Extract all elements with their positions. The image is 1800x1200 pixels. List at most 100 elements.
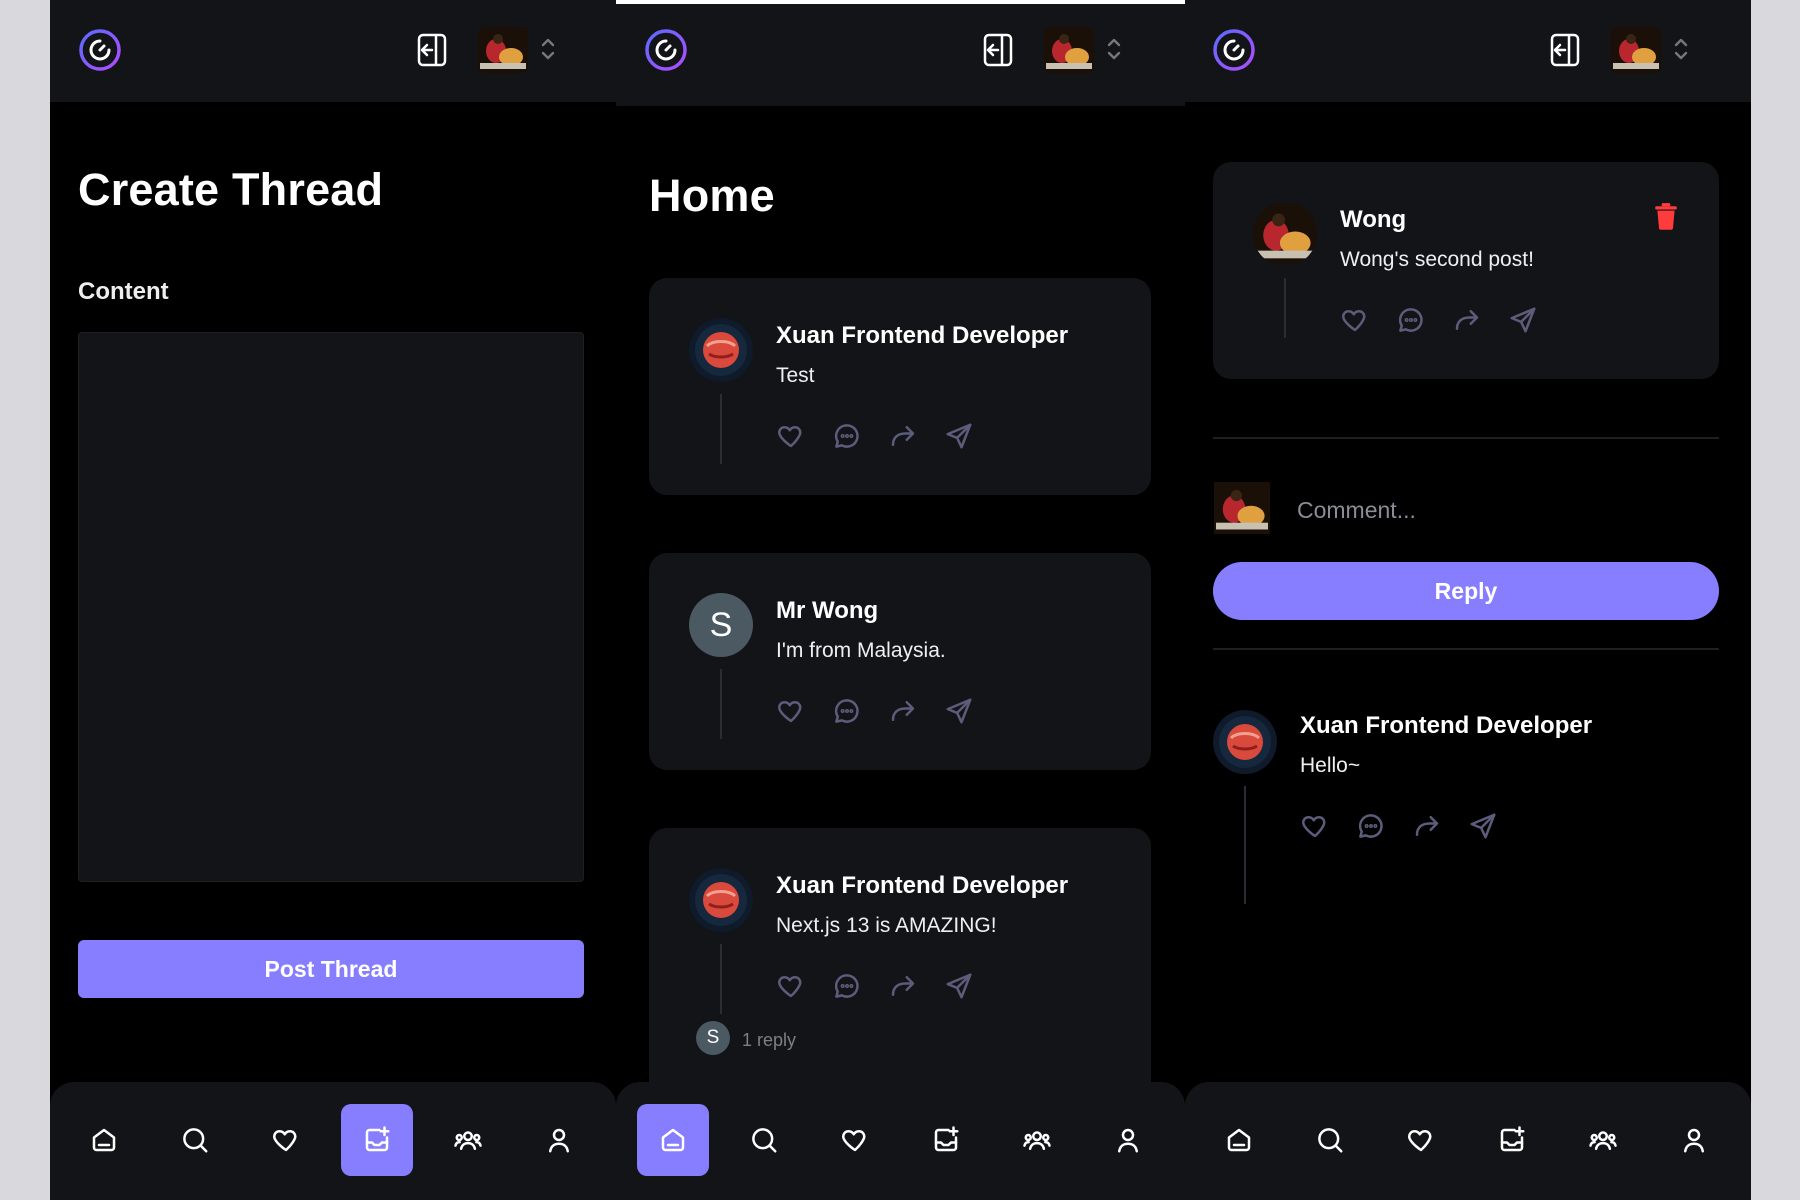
nav-search[interactable] [728, 1104, 800, 1176]
heart-icon [840, 1125, 870, 1155]
page-title: Home [649, 170, 775, 221]
nav-home[interactable] [1203, 1104, 1275, 1176]
author-name[interactable]: Xuan Frontend Developer [776, 322, 1068, 350]
logout-icon[interactable] [1549, 32, 1583, 68]
bottom-navigation [50, 1082, 616, 1200]
avatar[interactable]: S [689, 593, 753, 657]
author-name[interactable]: Xuan Frontend Developer [1300, 712, 1592, 740]
nav-home[interactable] [68, 1104, 140, 1176]
heart-icon [271, 1125, 301, 1155]
trash-icon[interactable] [1653, 202, 1679, 230]
organization-avatar[interactable] [478, 27, 528, 73]
nav-search[interactable] [1294, 1104, 1366, 1176]
nav-create-thread[interactable] [910, 1104, 982, 1176]
avatar[interactable] [689, 318, 753, 382]
heart-icon[interactable] [776, 421, 806, 451]
search-icon [1315, 1125, 1345, 1155]
home-icon [89, 1125, 119, 1155]
nav-activity[interactable] [250, 1104, 322, 1176]
thread-detail-screen: Wong Wong's second post! Reply Xuan Fron… [1185, 0, 1751, 1200]
nav-communities[interactable] [432, 1104, 504, 1176]
nav-create-thread[interactable] [1476, 1104, 1548, 1176]
thread-card[interactable]: Xuan Frontend Developer Test [649, 278, 1151, 495]
repost-icon[interactable] [888, 971, 918, 1001]
topbar [1185, 0, 1751, 102]
organization-avatar[interactable] [1044, 27, 1094, 73]
nav-activity[interactable] [1385, 1104, 1457, 1176]
comment-item[interactable]: Xuan Frontend Developer Hello~ [1213, 700, 1719, 910]
author-name[interactable]: Mr Wong [776, 597, 878, 625]
chevron-up-down-icon[interactable] [539, 34, 557, 64]
reply-button[interactable]: Reply [1213, 562, 1719, 620]
author-name[interactable]: Wong [1340, 206, 1406, 234]
reply-count-link[interactable]: 1 reply [742, 1030, 796, 1051]
thread-card[interactable]: Xuan Frontend Developer Next.js 13 is AM… [649, 828, 1151, 1108]
comment-icon[interactable] [1356, 811, 1386, 841]
thread-card[interactable]: S Mr Wong I'm from Malaysia. [649, 553, 1151, 770]
content-textarea[interactable] [78, 332, 584, 882]
heart-icon[interactable] [1340, 305, 1370, 335]
avatar[interactable] [1213, 710, 1277, 774]
nav-home[interactable] [637, 1104, 709, 1176]
heart-icon[interactable] [1300, 811, 1330, 841]
create-thread-icon [362, 1125, 392, 1155]
profile-icon [1679, 1125, 1709, 1155]
comment-icon[interactable] [832, 421, 862, 451]
profile-icon [1113, 1125, 1143, 1155]
threads-logo-icon[interactable] [1212, 28, 1256, 72]
post-thread-button[interactable]: Post Thread [78, 940, 584, 998]
nav-activity[interactable] [819, 1104, 891, 1176]
organization-avatar[interactable] [1611, 27, 1661, 73]
avatar[interactable] [1253, 202, 1317, 266]
nav-profile[interactable] [1092, 1104, 1164, 1176]
divider [1213, 648, 1719, 650]
thread-actions [1340, 305, 1538, 335]
logout-icon[interactable] [416, 32, 450, 68]
nav-profile[interactable] [1658, 1104, 1730, 1176]
avatar[interactable] [689, 868, 753, 932]
bottom-navigation [616, 1082, 1185, 1200]
share-icon[interactable] [944, 421, 974, 451]
nav-search[interactable] [159, 1104, 231, 1176]
comment-icon[interactable] [832, 971, 862, 1001]
chevron-up-down-icon[interactable] [1105, 34, 1123, 64]
thread-line [720, 944, 722, 1014]
nav-communities[interactable] [1567, 1104, 1639, 1176]
create-thread-screen: Create Thread Content Post Thread [50, 0, 616, 1200]
nav-create-thread[interactable] [341, 1104, 413, 1176]
nav-profile[interactable] [523, 1104, 595, 1176]
create-thread-icon [1497, 1125, 1527, 1155]
comment-icon[interactable] [832, 696, 862, 726]
thread-line [1244, 786, 1246, 904]
nav-communities[interactable] [1001, 1104, 1073, 1176]
thread-text: I'm from Malaysia. [776, 639, 946, 662]
heart-icon[interactable] [776, 971, 806, 1001]
repost-icon[interactable] [888, 421, 918, 451]
thread-card[interactable]: Wong Wong's second post! [1213, 162, 1719, 379]
share-icon[interactable] [944, 971, 974, 1001]
thread-text: Next.js 13 is AMAZING! [776, 914, 997, 937]
threads-logo-icon[interactable] [644, 28, 688, 72]
repost-icon[interactable] [1452, 305, 1482, 335]
home-icon [658, 1125, 688, 1155]
comment-icon[interactable] [1396, 305, 1426, 335]
repost-icon[interactable] [1412, 811, 1442, 841]
heart-icon[interactable] [776, 696, 806, 726]
chevron-up-down-icon[interactable] [1672, 34, 1690, 64]
comment-input[interactable] [1297, 490, 1717, 530]
share-icon[interactable] [1468, 811, 1498, 841]
share-icon[interactable] [944, 696, 974, 726]
logout-icon[interactable] [982, 32, 1016, 68]
share-icon[interactable] [1508, 305, 1538, 335]
repost-icon[interactable] [888, 696, 918, 726]
reply-avatar[interactable]: S [696, 1021, 730, 1055]
search-icon [749, 1125, 779, 1155]
bottom-navigation [1185, 1082, 1751, 1200]
threads-logo-icon[interactable] [78, 28, 122, 72]
create-thread-icon [931, 1125, 961, 1155]
search-icon [180, 1125, 210, 1155]
thread-line [1284, 278, 1286, 338]
thread-text: Test [776, 364, 815, 387]
community-icon [1022, 1125, 1052, 1155]
author-name[interactable]: Xuan Frontend Developer [776, 872, 1068, 900]
